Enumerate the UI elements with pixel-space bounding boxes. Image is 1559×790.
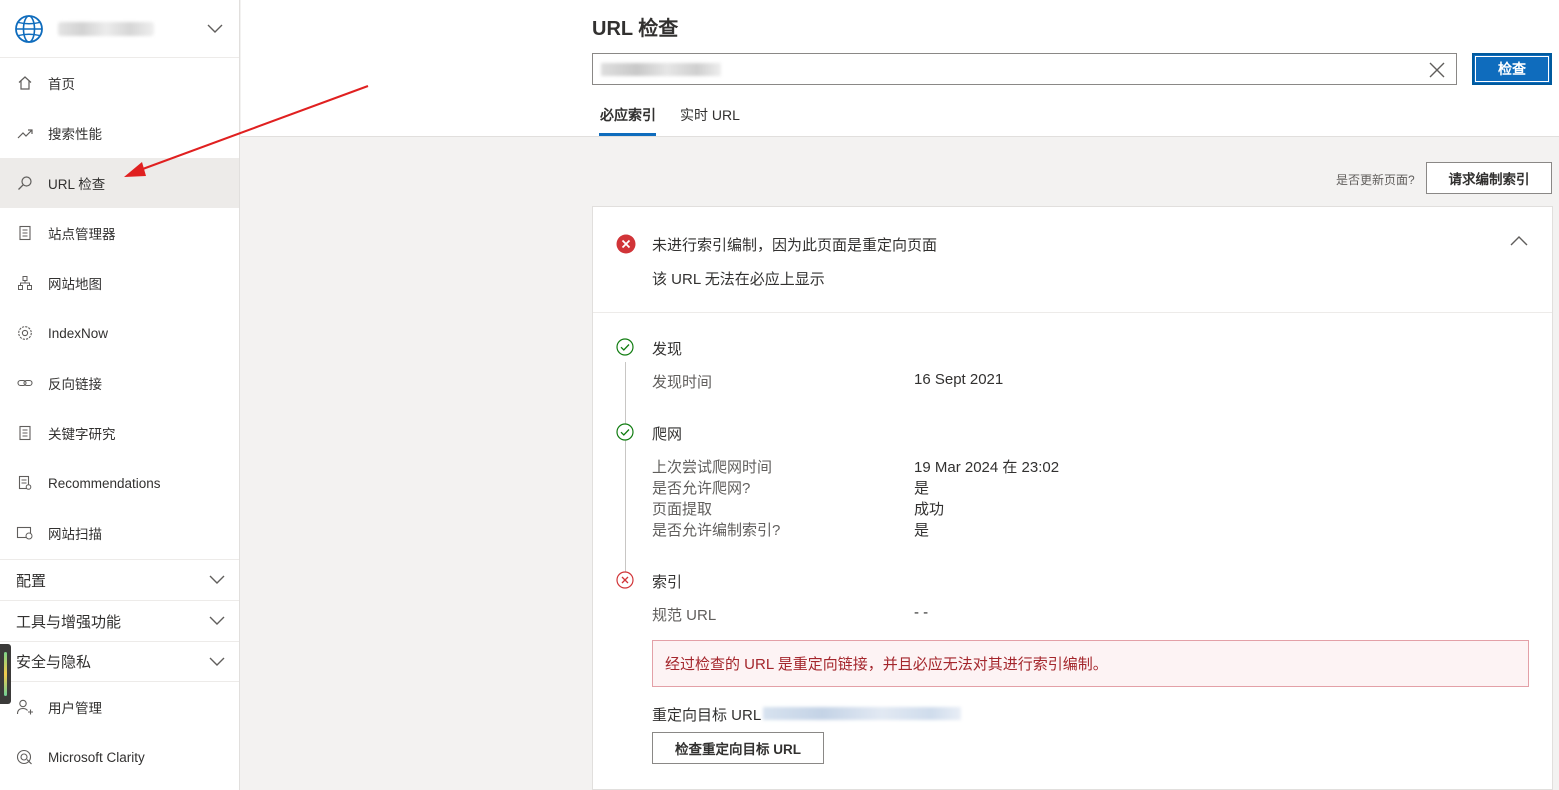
sidebar-item-user-management[interactable]: 用户管理 bbox=[0, 682, 239, 732]
section-label: 工具与增强功能 bbox=[16, 613, 122, 631]
result-summary[interactable]: 未进行索引编制，因为此页面是重定向页面 该 URL 无法在必应上显示 bbox=[593, 207, 1552, 313]
sidebar-item-backlinks[interactable]: 反向链接 bbox=[0, 358, 239, 408]
check-circle-icon bbox=[616, 423, 634, 441]
url-input[interactable] bbox=[592, 53, 1457, 85]
document-icon bbox=[16, 224, 34, 242]
update-page-question: 是否更新页面? bbox=[1336, 173, 1415, 187]
sidebar-item-site-explorer[interactable]: 站点管理器 bbox=[0, 208, 239, 258]
redirect-target-url-redacted bbox=[763, 707, 961, 720]
error-circle-icon bbox=[616, 571, 634, 589]
search-icon bbox=[16, 174, 34, 192]
redirect-error-message: 经过检查的 URL 是重定向链接，并且必应无法对其进行索引编制。 bbox=[652, 640, 1529, 687]
canonical-url-label: 规范 URL bbox=[652, 607, 717, 624]
section-tools[interactable]: 工具与增强功能 bbox=[0, 600, 239, 641]
sidebar-item-label: 关键字研究 bbox=[48, 427, 116, 442]
chevron-down-icon bbox=[209, 657, 225, 666]
step-crawl-title: 爬网 bbox=[652, 426, 683, 443]
canonical-url-value: - - bbox=[914, 604, 929, 621]
page-fetch-value: 成功 bbox=[914, 501, 945, 518]
sidebar-item-label: 网站扫描 bbox=[48, 527, 102, 542]
page-fetch-label: 页面提取 bbox=[652, 501, 713, 518]
chevron-down-icon bbox=[209, 575, 225, 584]
check-circle-icon bbox=[616, 338, 634, 356]
sidebar-item-search-performance[interactable]: 搜索性能 bbox=[0, 108, 239, 158]
user-icon bbox=[16, 698, 34, 716]
report-icon bbox=[16, 474, 34, 492]
inspection-result-card: 未进行索引编制，因为此页面是重定向页面 该 URL 无法在必应上显示 发现 发现… bbox=[592, 206, 1553, 790]
chevron-down-icon bbox=[209, 616, 225, 625]
result-subtitle: 该 URL 无法在必应上显示 bbox=[652, 271, 825, 288]
sidebar-item-label: IndexNow bbox=[48, 325, 109, 341]
crawl-allowed-label: 是否允许爬网? bbox=[652, 480, 751, 497]
crawl-time-label: 上次尝试爬网时间 bbox=[652, 459, 773, 476]
sidebar-item-recommendations[interactable]: Recommendations bbox=[0, 458, 239, 508]
clarity-icon bbox=[16, 748, 34, 766]
sidebar-item-label: 站点管理器 bbox=[48, 227, 116, 242]
sidebar-item-label: URL 检查 bbox=[48, 177, 106, 192]
section-label: 安全与隐私 bbox=[16, 654, 92, 671]
section-security[interactable]: 安全与隐私 bbox=[0, 641, 239, 682]
page-title: URL 检查 bbox=[592, 18, 679, 40]
section-label: 配置 bbox=[16, 572, 47, 590]
sidebar-item-label: Microsoft Clarity bbox=[48, 749, 145, 765]
active-tab-indicator bbox=[599, 133, 656, 136]
inspect-button[interactable]: 检查 bbox=[1472, 53, 1552, 85]
sitemap-icon bbox=[16, 274, 34, 292]
chevron-up-icon[interactable] bbox=[1510, 235, 1528, 246]
sidebar-item-microsoft-clarity[interactable]: Microsoft Clarity bbox=[0, 732, 239, 782]
crawl-allowed-value: 是 bbox=[914, 480, 930, 497]
timeline-line bbox=[625, 362, 626, 572]
sidebar-item-label: 反向链接 bbox=[48, 377, 102, 392]
home-icon bbox=[16, 74, 34, 92]
sidebar-item-home[interactable]: 首页 bbox=[0, 58, 239, 108]
sidebar-item-indexnow[interactable]: IndexNow bbox=[0, 308, 239, 358]
sidebar-item-label: 搜索性能 bbox=[48, 127, 102, 142]
globe-icon bbox=[15, 14, 43, 43]
discovery-date-label: 发现时间 bbox=[652, 374, 713, 391]
sidebar-item-sitemaps[interactable]: 网站地图 bbox=[0, 258, 239, 308]
sidebar-item-label: Recommendations bbox=[48, 475, 161, 491]
error-icon bbox=[616, 234, 636, 254]
tab-bing-index[interactable]: 必应索引 bbox=[600, 105, 656, 125]
crawl-time-value: 19 Mar 2024 在 23:02 bbox=[914, 459, 1060, 476]
sidebar-item-label: 用户管理 bbox=[48, 701, 102, 716]
indexing-allowed-label: 是否允许编制索引? bbox=[652, 522, 781, 539]
scan-icon bbox=[16, 524, 34, 542]
sidebar-item-site-scan[interactable]: 网站扫描 bbox=[0, 508, 239, 558]
trend-icon bbox=[16, 124, 34, 142]
redirect-target-label: 重定向目标 URL bbox=[652, 707, 762, 724]
result-title: 未进行索引编制，因为此页面是重定向页面 bbox=[652, 237, 938, 254]
sidebar-item-keyword-research[interactable]: 关键字研究 bbox=[0, 408, 239, 458]
sidebar: 首页 搜索性能 URL 检查 站点管理器 网站地图 IndexNow 反向链接 … bbox=[0, 0, 240, 790]
sidebar-item-label: 首页 bbox=[48, 77, 75, 92]
side-panel-handle[interactable] bbox=[0, 644, 11, 704]
step-index-title: 索引 bbox=[652, 574, 683, 591]
step-discovery-title: 发现 bbox=[652, 341, 683, 358]
document-icon bbox=[16, 424, 34, 442]
inspect-redirect-target-button[interactable]: 检查重定向目标 URL bbox=[652, 732, 824, 764]
gear-icon bbox=[16, 324, 34, 342]
link-icon bbox=[16, 374, 34, 392]
tab-live-url[interactable]: 实时 URL bbox=[680, 105, 740, 125]
site-url-redacted bbox=[58, 21, 154, 36]
site-picker[interactable] bbox=[0, 0, 239, 58]
discovery-date-value: 16 Sept 2021 bbox=[914, 371, 1004, 388]
url-value-redacted bbox=[601, 63, 721, 76]
indexing-allowed-value: 是 bbox=[914, 522, 930, 539]
chevron-down-icon bbox=[207, 24, 223, 33]
inspection-header: URL 检查 检查 必应索引 实时 URL bbox=[241, 0, 1559, 137]
section-configuration[interactable]: 配置 bbox=[0, 559, 239, 600]
sidebar-item-url-inspection[interactable]: URL 检查 bbox=[0, 158, 239, 208]
request-indexing-button[interactable]: 请求编制索引 bbox=[1426, 162, 1552, 194]
close-icon[interactable] bbox=[1428, 61, 1446, 79]
sidebar-item-label: 网站地图 bbox=[48, 277, 102, 292]
